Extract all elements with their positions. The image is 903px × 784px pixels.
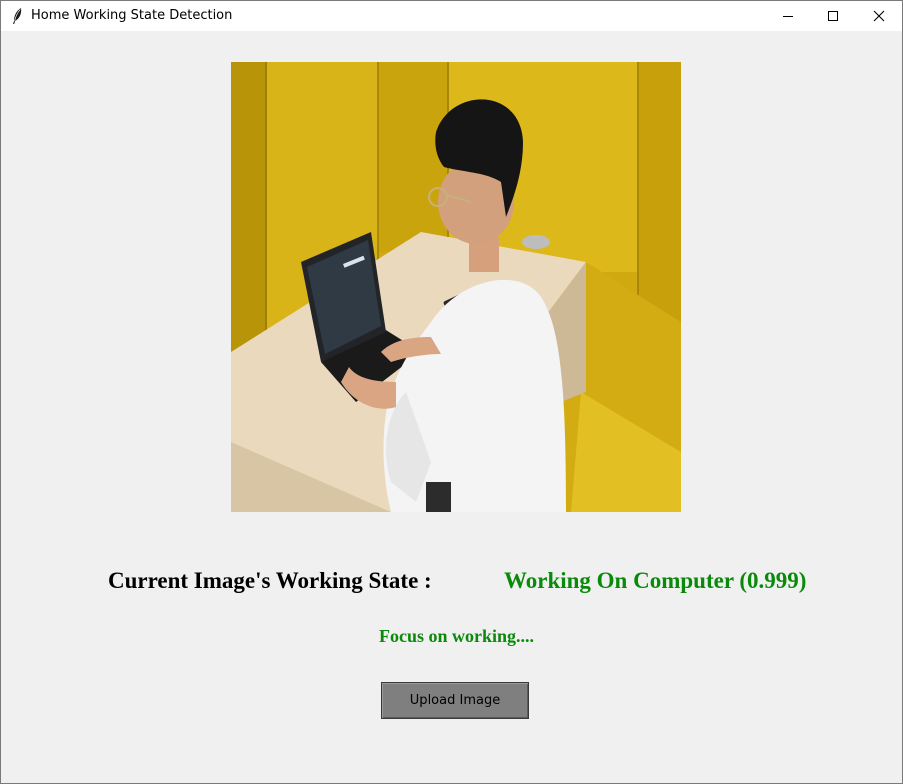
app-window: Home Working State Detection Current Ima… <box>0 0 903 784</box>
close-button[interactable] <box>856 1 902 31</box>
working-state-label: Current Image's Working State : <box>108 568 432 593</box>
minimize-button[interactable] <box>765 1 811 31</box>
photo-illustration <box>231 62 681 512</box>
working-state-value: Working On Computer (0.999) <box>504 568 807 593</box>
status-message: Focus on working.... <box>379 626 535 646</box>
window-title: Home Working State Detection <box>31 8 233 23</box>
maximize-icon <box>828 11 838 21</box>
minimize-icon <box>783 16 793 17</box>
close-icon <box>873 10 885 22</box>
upload-image-button[interactable]: Upload Image <box>381 682 529 719</box>
feather-icon <box>13 8 22 24</box>
maximize-button[interactable] <box>810 1 856 31</box>
title-bar[interactable]: Home Working State Detection <box>1 1 902 31</box>
uploaded-photo <box>231 62 681 512</box>
main-content: Current Image's Working State : Working … <box>1 31 902 783</box>
